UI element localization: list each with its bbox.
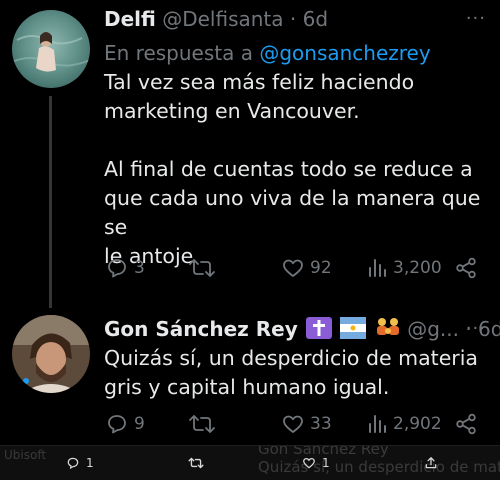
reply-icon bbox=[108, 259, 126, 278]
tweet-actions: 3 92 3,200 bbox=[104, 256, 484, 286]
tweet-text: Tal vez sea más feliz haciendo marketing… bbox=[104, 70, 481, 268]
ghost-tweet-text: Quizás sí, un desperdicio de materia bbox=[258, 458, 500, 476]
reply-handle-link[interactable]: @gonsanchezrey bbox=[259, 41, 430, 65]
share-button[interactable] bbox=[454, 256, 478, 280]
tweet-delfi[interactable]: Delfi @Delfisanta · 6d ··· En respuesta … bbox=[0, 0, 500, 308]
share-icon bbox=[456, 257, 476, 279]
display-name[interactable]: Delfi bbox=[104, 7, 156, 31]
tweet-gon[interactable]: Gon Sánchez Rey @g... · 6d ··· Quizás sí… bbox=[0, 300, 500, 445]
like-count: 92 bbox=[310, 258, 332, 278]
reply-button[interactable]: 3 bbox=[104, 256, 145, 280]
heart-icon bbox=[283, 259, 303, 277]
retweet-icon bbox=[189, 415, 215, 433]
views-count: 2,902 bbox=[393, 414, 442, 434]
views-icon bbox=[369, 259, 386, 277]
ghost-left-text: Ubisoft bbox=[4, 448, 47, 462]
views-count: 3,200 bbox=[393, 258, 442, 278]
argentina-flag-emoji bbox=[340, 317, 367, 339]
display-name[interactable]: Gon Sánchez Rey bbox=[104, 317, 298, 341]
reply-prefix: En respuesta a bbox=[104, 41, 253, 65]
family-emoji bbox=[375, 317, 401, 339]
bar-reply-button[interactable]: 1 bbox=[66, 456, 94, 470]
bar-like-count: 1 bbox=[322, 456, 330, 470]
heart-icon bbox=[283, 415, 303, 433]
reply-context: En respuesta a @gonsanchezrey bbox=[104, 41, 431, 65]
like-count: 33 bbox=[310, 414, 332, 434]
retweet-icon bbox=[188, 457, 204, 469]
reply-icon bbox=[108, 415, 126, 434]
more-options-icon[interactable]: ··· bbox=[466, 8, 486, 29]
reply-count: 3 bbox=[134, 258, 145, 278]
like-button[interactable]: 92 bbox=[280, 256, 332, 280]
views-icon bbox=[369, 415, 386, 433]
views-button[interactable]: 3,200 bbox=[367, 256, 442, 280]
bar-share-button[interactable] bbox=[424, 456, 438, 470]
tweet-actions: 9 33 2,902 bbox=[104, 412, 484, 442]
retweet-icon bbox=[189, 259, 215, 277]
tweet-header: Gon Sánchez Rey @g... · 6d bbox=[104, 317, 500, 341]
more-options-icon[interactable]: ··· bbox=[466, 318, 486, 339]
like-button[interactable]: 33 bbox=[280, 412, 332, 436]
bottom-action-bar: Ubisoft Gon Sánchez Rey Quizás sí, un de… bbox=[0, 445, 500, 480]
reply-count: 9 bbox=[134, 414, 145, 434]
bar-retweet-button[interactable] bbox=[188, 456, 204, 470]
bar-like-button[interactable]: 1 bbox=[302, 456, 330, 470]
tweet-text: Quizás sí, un desperdicio de materia gri… bbox=[104, 346, 478, 399]
handle[interactable]: @Delfisanta bbox=[162, 7, 283, 31]
share-button[interactable] bbox=[454, 412, 478, 436]
upload-share-icon bbox=[425, 457, 437, 469]
share-icon bbox=[456, 413, 476, 435]
retweet-button[interactable] bbox=[188, 412, 220, 436]
avatar[interactable] bbox=[12, 10, 90, 88]
heart-icon bbox=[303, 457, 315, 469]
reply-button[interactable]: 9 bbox=[104, 412, 145, 436]
latin-cross-emoji bbox=[306, 317, 333, 339]
reply-icon bbox=[67, 457, 79, 470]
thread-line bbox=[49, 96, 52, 308]
handle[interactable]: @g... bbox=[407, 317, 459, 341]
timestamp[interactable]: · 6d bbox=[290, 7, 328, 31]
views-button[interactable]: 2,902 bbox=[367, 412, 442, 436]
bar-reply-count: 1 bbox=[86, 456, 94, 470]
tweet-header: Delfi @Delfisanta · 6d bbox=[104, 7, 328, 31]
avatar[interactable] bbox=[12, 315, 90, 393]
retweet-button[interactable] bbox=[188, 256, 220, 280]
